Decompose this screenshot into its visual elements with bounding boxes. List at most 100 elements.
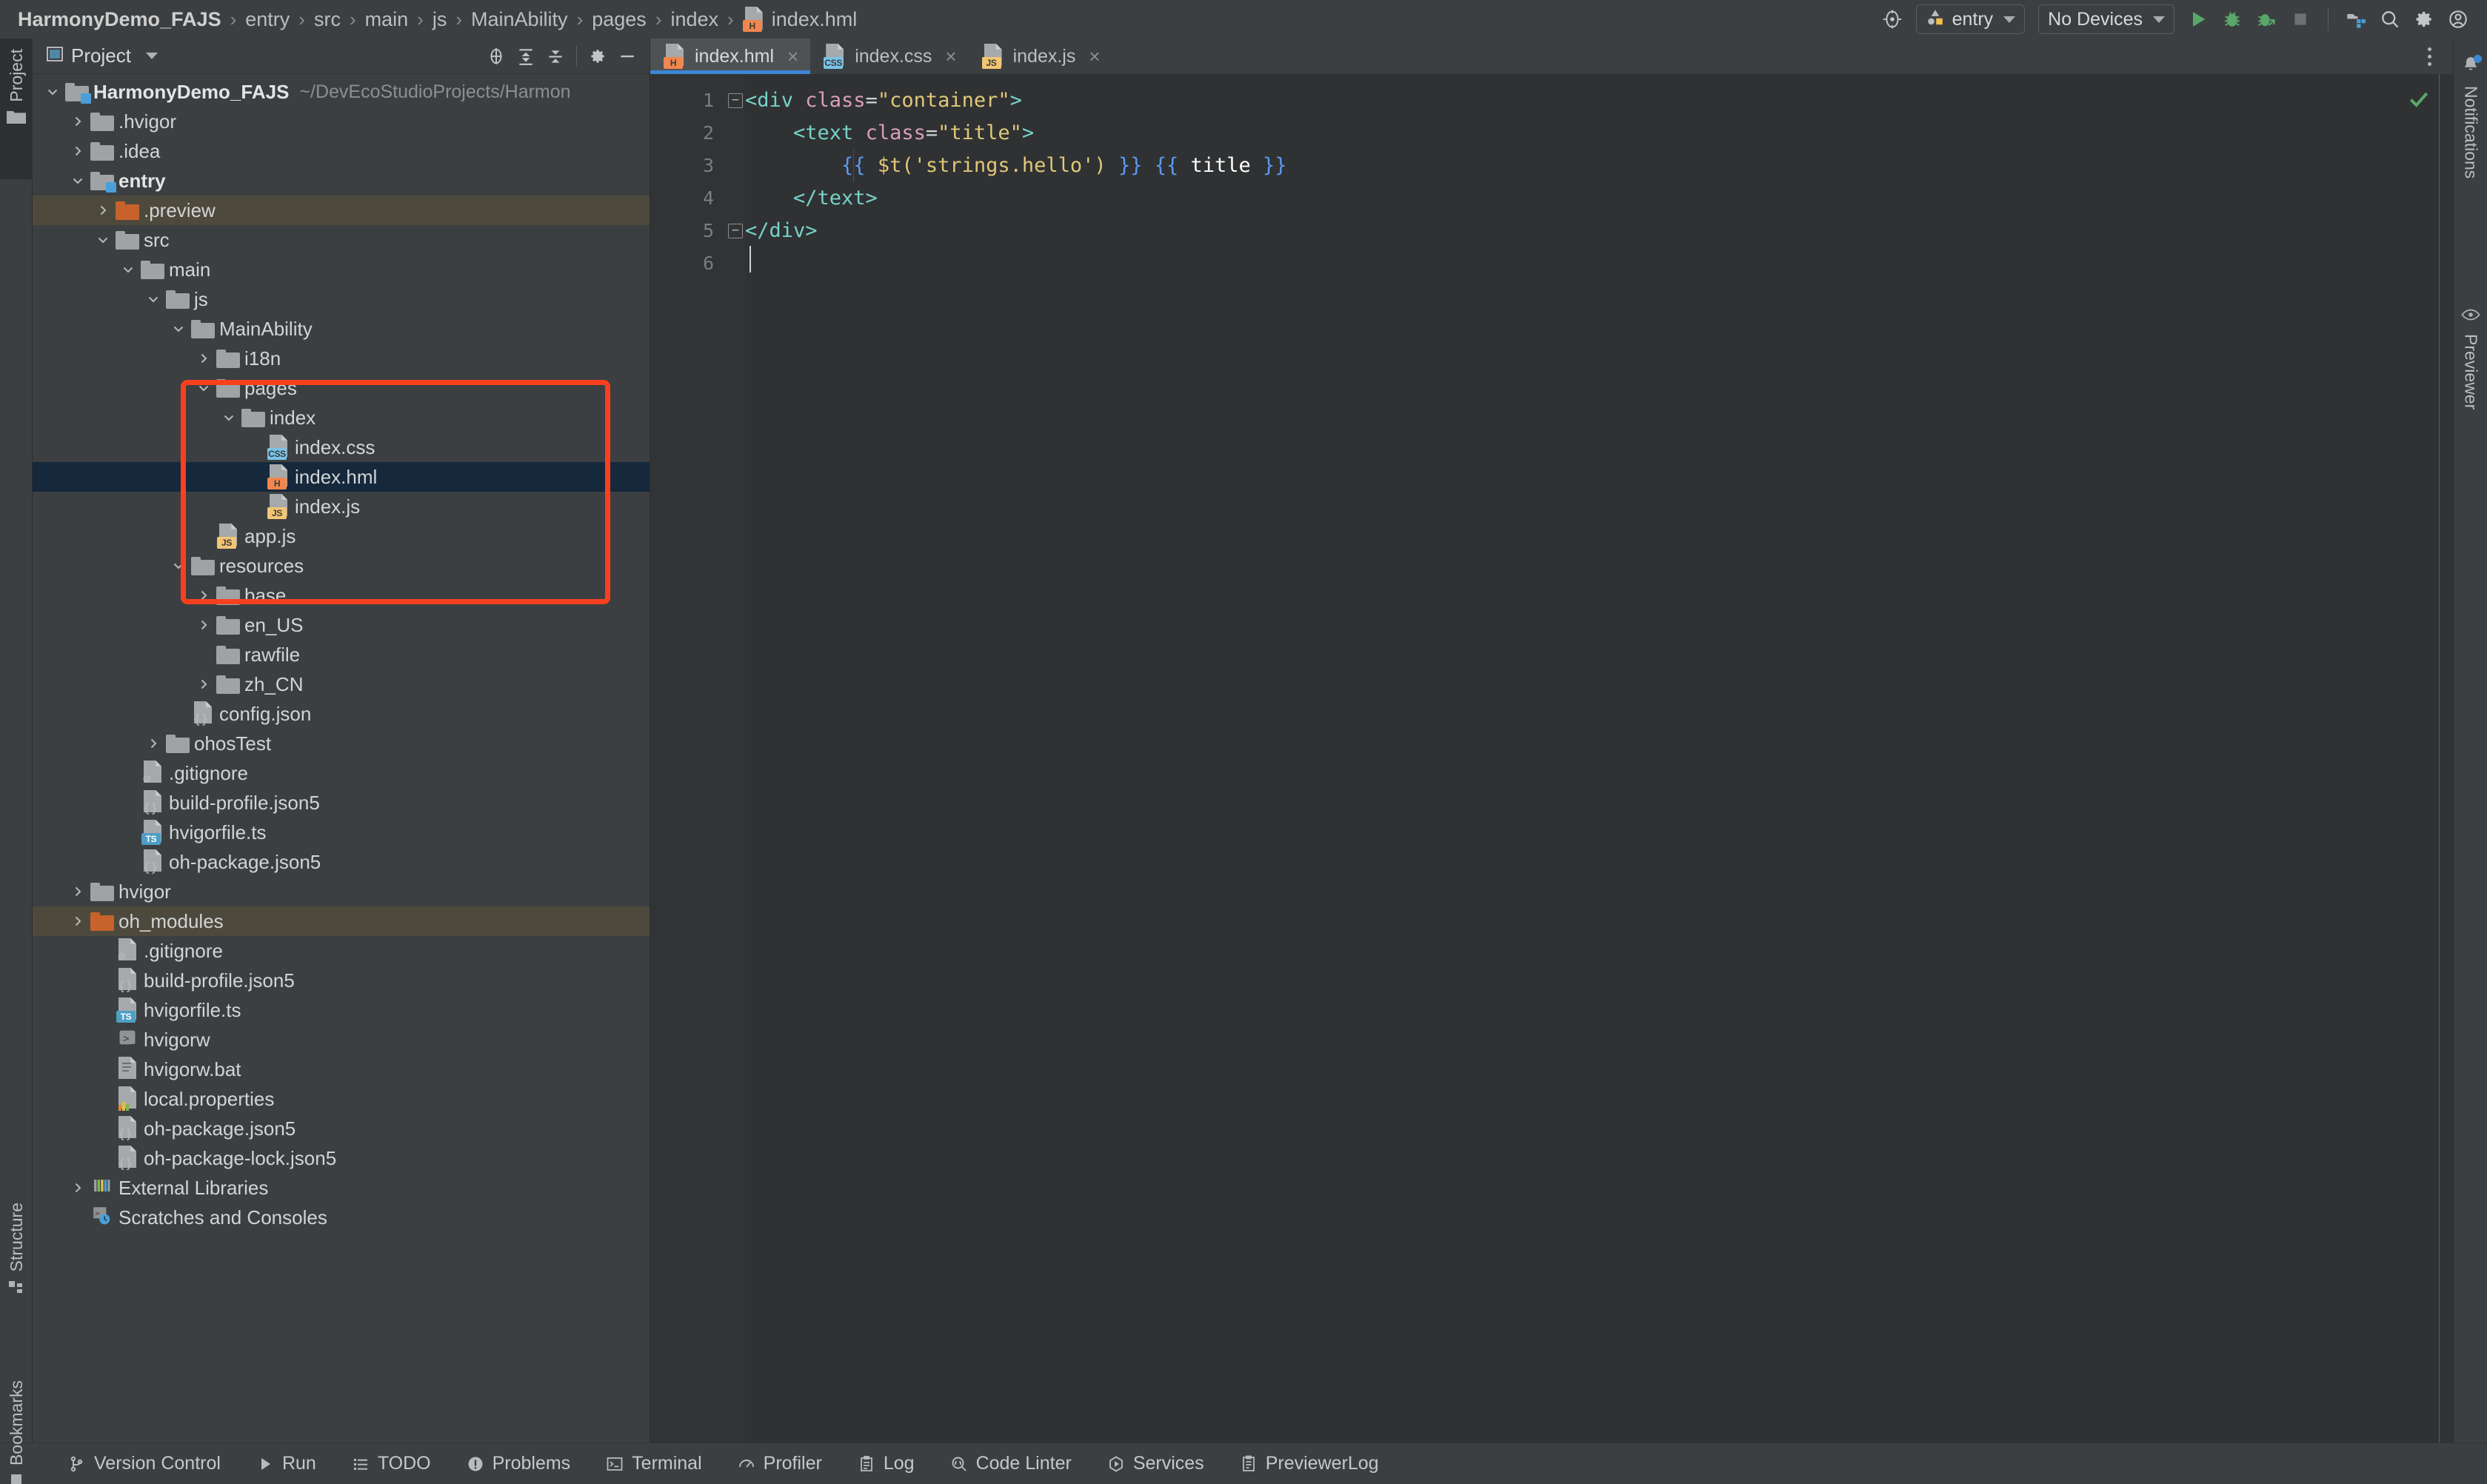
breadcrumb-item-mainability[interactable]: MainAbility [470,8,570,31]
tree-node[interactable]: zh_CN [33,669,650,699]
status-bar-item-profiler[interactable]: Profiler [720,1453,840,1474]
tree-node[interactable]: rawfile [33,640,650,669]
stop-icon[interactable] [2283,4,2317,34]
tree-node[interactable]: main [33,255,650,284]
tree-node[interactable]: {}build-profile.json5 [33,788,650,818]
tree-node[interactable]: ⊘.gitignore [33,758,650,788]
tree-node[interactable]: .idea [33,136,650,166]
close-icon[interactable]: × [787,47,798,66]
chevron-right-icon[interactable] [193,352,215,365]
breadcrumb-item-js[interactable]: js [431,8,449,31]
chevron-right-icon[interactable] [193,678,215,691]
chevron-down-icon[interactable] [146,53,158,59]
minus-icon[interactable] [612,41,642,71]
editor-tab-index-js[interactable]: JSindex.js× [969,39,1112,74]
status-bar-item-previewerlog[interactable]: PreviewerLog [1222,1453,1397,1474]
tree-node[interactable]: i18n [33,344,650,373]
tree-node[interactable]: js [33,284,650,314]
tree-node[interactable]: External Libraries [33,1173,650,1203]
tree-node[interactable]: {}oh-package-lock.json5 [33,1143,650,1173]
kebab-icon[interactable] [2413,40,2446,73]
chevron-right-icon[interactable] [67,885,89,898]
inspection-status-icon[interactable] [2407,87,2431,115]
chevron-down-icon[interactable] [41,85,64,98]
project-tree[interactable]: HarmonyDemo_FAJS~/DevEcoStudioProjects/H… [33,74,650,1443]
sidebar-item-bookmarks[interactable]: Bookmarks [0,1371,33,1484]
tree-node[interactable]: >Scratches and Consoles [33,1203,650,1232]
status-bar-item-version-control[interactable]: Version Control [50,1453,238,1474]
breadcrumb-item-index-hml[interactable]: Hindex.hml [741,7,859,32]
status-bar-item-code-linter[interactable]: Code Linter [932,1453,1089,1474]
tree-node[interactable]: MainAbility [33,314,650,344]
module-selector[interactable]: entry [1916,4,2026,34]
chevron-right-icon[interactable] [67,144,89,158]
tree-node[interactable]: hvigor [33,877,650,906]
breadcrumb-item-entry[interactable]: entry [244,8,291,31]
close-icon[interactable]: × [945,47,956,66]
tree-node[interactable]: ohosTest [33,729,650,758]
chevron-right-icon[interactable] [193,618,215,632]
tree-node[interactable]: TShvigorfile.ts [33,995,650,1025]
tree-node[interactable]: .hvigor [33,107,650,136]
attach-debugger-icon[interactable] [2249,4,2283,34]
status-bar-item-todo[interactable]: TODO [334,1453,449,1474]
tree-node[interactable]: {}build-profile.json5 [33,966,650,995]
chevron-right-icon[interactable] [92,204,114,217]
target-icon[interactable] [1875,4,1909,34]
breadcrumb-item-src[interactable]: src [313,8,342,31]
code-content[interactable]: <div class="container"> <text class="tit… [745,74,2440,1443]
tree-node[interactable]: entry [33,166,650,195]
editor-scrollbar[interactable] [2440,74,2453,1443]
chevron-right-icon[interactable] [67,915,89,928]
editor-tab-index-css[interactable]: CSSindex.css× [810,39,968,74]
chevron-down-icon[interactable] [117,263,139,276]
sidebar-item-notifications[interactable]: Notifications [2454,46,2487,268]
chevron-down-icon[interactable] [167,322,190,335]
tree-node[interactable]: local.properties [33,1084,650,1114]
tree-node[interactable]: index [33,403,650,432]
tree-node[interactable]: resources [33,551,650,581]
tree-node[interactable]: TShvigorfile.ts [33,818,650,847]
tree-node[interactable]: pages [33,373,650,403]
sidebar-item-previewer[interactable]: Previewer [2454,298,2487,505]
chevron-right-icon[interactable] [67,1181,89,1194]
fold-marker[interactable]: − [728,224,743,238]
gear-icon[interactable] [2407,4,2441,34]
tree-node[interactable]: JSapp.js [33,521,650,551]
expand-all-icon[interactable] [511,41,541,71]
tree-node[interactable]: HarmonyDemo_FAJS~/DevEcoStudioProjects/H… [33,77,650,107]
debug-icon[interactable] [2215,4,2249,34]
tree-node[interactable]: hvigorw.bat [33,1054,650,1084]
tree-node[interactable]: .preview [33,195,650,225]
breadcrumb-item-main[interactable]: main [364,8,410,31]
tree-node[interactable]: >_hvigorw [33,1025,650,1054]
status-bar-item-problems[interactable]: Problems [449,1453,589,1474]
status-bar-item-terminal[interactable]: Terminal [588,1453,719,1474]
tree-node[interactable]: JSindex.js [33,492,650,521]
run-icon[interactable] [2181,4,2215,34]
fold-marker[interactable]: − [728,93,743,108]
chevron-down-icon[interactable] [167,559,190,572]
tree-node[interactable]: {}oh-package.json5 [33,1114,650,1143]
chevron-down-icon[interactable] [67,174,89,187]
tree-node[interactable]: base [33,581,650,610]
chevron-right-icon[interactable] [193,589,215,602]
status-bar-item-run[interactable]: Run [238,1453,334,1474]
sidebar-item-structure[interactable]: Structure [0,1194,33,1364]
device-selector[interactable]: No Devices [2038,4,2174,34]
chevron-right-icon[interactable] [67,115,89,128]
chevron-down-icon[interactable] [142,293,164,306]
tree-node[interactable]: Hindex.hml [33,462,650,492]
tree-node[interactable]: src [33,225,650,255]
tree-node[interactable]: oh_modules [33,906,650,936]
breadcrumb-item-pages[interactable]: pages [590,8,648,31]
close-icon[interactable]: × [1089,47,1100,66]
editor-tab-index-hml[interactable]: Hindex.hml× [650,39,810,74]
tree-node[interactable]: {}config.json [33,699,650,729]
device-manager-icon[interactable] [2339,4,2373,34]
tree-node[interactable]: ⊘.gitignore [33,936,650,966]
sidebar-item-project[interactable]: Project [0,39,33,179]
account-icon[interactable] [2441,4,2475,34]
fold-gutter[interactable]: −− [724,74,745,1443]
chevron-down-icon[interactable] [218,411,240,424]
